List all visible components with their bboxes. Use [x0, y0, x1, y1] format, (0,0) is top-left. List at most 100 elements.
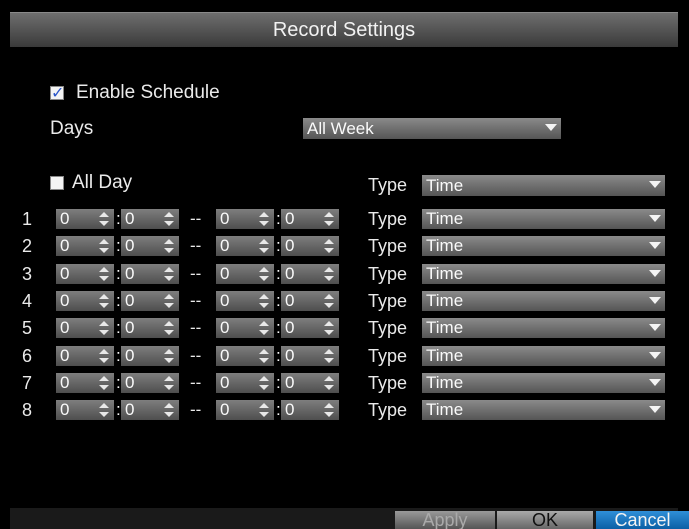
days-label: Days [50, 118, 94, 139]
start-minute-spinner[interactable]: 0 [121, 373, 179, 393]
start-hour-spinner[interactable]: 0 [56, 373, 114, 393]
start-minute-spinner[interactable]: 0 [121, 400, 179, 420]
type-select[interactable]: Time [422, 318, 665, 338]
type-select[interactable]: Time [422, 236, 665, 256]
days-select-value: All Week [307, 119, 374, 138]
type-select-value: Time [426, 346, 464, 365]
spinner-arrows-icon[interactable] [99, 321, 109, 335]
end-hour-value: 0 [220, 346, 230, 365]
start-minute-value: 0 [125, 236, 135, 255]
start-minute-spinner[interactable]: 0 [121, 236, 179, 256]
end-hour-spinner[interactable]: 0 [216, 236, 274, 256]
spinner-arrows-icon[interactable] [259, 321, 269, 335]
spinner-arrows-icon[interactable] [164, 349, 174, 363]
end-minute-spinner[interactable]: 0 [281, 236, 339, 256]
spinner-arrows-icon[interactable] [259, 239, 269, 253]
spinner-arrows-icon[interactable] [164, 212, 174, 226]
start-hour-spinner[interactable]: 0 [56, 346, 114, 366]
end-hour-spinner[interactable]: 0 [216, 209, 274, 229]
apply-button[interactable]: Apply [395, 511, 495, 529]
spinner-arrows-icon[interactable] [99, 267, 109, 281]
type-select-value: Time [426, 291, 464, 310]
start-hour-spinner[interactable]: 0 [56, 236, 114, 256]
spinner-arrows-icon[interactable] [324, 403, 334, 417]
type-label: Type [368, 291, 408, 311]
spinner-arrows-icon[interactable] [99, 212, 109, 226]
end-hour-value: 0 [220, 264, 230, 283]
type-select[interactable]: Time [422, 209, 665, 229]
end-minute-spinner[interactable]: 0 [281, 346, 339, 366]
row-number: 4 [22, 291, 33, 311]
start-minute-spinner[interactable]: 0 [121, 291, 179, 311]
type-select[interactable]: Time [422, 291, 665, 311]
end-minute-spinner[interactable]: 0 [281, 264, 339, 284]
spinner-arrows-icon[interactable] [99, 239, 109, 253]
end-hour-spinner[interactable]: 0 [216, 346, 274, 366]
all-day-type-select[interactable]: Time [422, 175, 665, 196]
end-hour-value: 0 [220, 373, 230, 392]
spinner-arrows-icon[interactable] [99, 376, 109, 390]
spinner-arrows-icon[interactable] [324, 267, 334, 281]
spinner-arrows-icon[interactable] [164, 321, 174, 335]
spinner-arrows-icon[interactable] [99, 403, 109, 417]
end-minute-spinner[interactable]: 0 [281, 209, 339, 229]
type-select[interactable]: Time [422, 346, 665, 366]
spinner-arrows-icon[interactable] [99, 349, 109, 363]
row-number: 7 [22, 373, 33, 393]
spinner-arrows-icon[interactable] [259, 349, 269, 363]
type-select-value: Time [426, 236, 464, 255]
spinner-arrows-icon[interactable] [164, 267, 174, 281]
spinner-arrows-icon[interactable] [259, 294, 269, 308]
ok-button[interactable]: OK [497, 511, 593, 529]
cancel-button[interactable]: Cancel [596, 511, 689, 529]
enable-schedule-checkbox[interactable] [50, 83, 64, 102]
start-minute-spinner[interactable]: 0 [121, 209, 179, 229]
spinner-arrows-icon[interactable] [324, 294, 334, 308]
spinner-arrows-icon[interactable] [164, 294, 174, 308]
spinner-arrows-icon[interactable] [324, 212, 334, 226]
start-minute-spinner[interactable]: 0 [121, 264, 179, 284]
end-minute-value: 0 [285, 291, 295, 310]
spinner-arrows-icon[interactable] [259, 267, 269, 281]
spinner-arrows-icon[interactable] [324, 349, 334, 363]
start-hour-spinner[interactable]: 0 [56, 209, 114, 229]
start-hour-spinner[interactable]: 0 [56, 318, 114, 338]
spinner-arrows-icon[interactable] [259, 376, 269, 390]
spinner-arrows-icon[interactable] [259, 212, 269, 226]
end-hour-spinner[interactable]: 0 [216, 400, 274, 420]
type-select[interactable]: Time [422, 264, 665, 284]
end-hour-spinner[interactable]: 0 [216, 373, 274, 393]
spinner-arrows-icon[interactable] [324, 376, 334, 390]
spinner-arrows-icon[interactable] [164, 376, 174, 390]
end-hour-value: 0 [220, 291, 230, 310]
spinner-arrows-icon[interactable] [324, 321, 334, 335]
end-minute-spinner[interactable]: 0 [281, 291, 339, 311]
end-minute-value: 0 [285, 400, 295, 419]
end-hour-spinner[interactable]: 0 [216, 264, 274, 284]
spinner-arrows-icon[interactable] [259, 403, 269, 417]
end-minute-spinner[interactable]: 0 [281, 373, 339, 393]
end-hour-spinner[interactable]: 0 [216, 318, 274, 338]
spinner-arrows-icon[interactable] [99, 294, 109, 308]
end-hour-spinner[interactable]: 0 [216, 291, 274, 311]
chevron-down-icon [649, 324, 661, 331]
end-minute-spinner[interactable]: 0 [281, 318, 339, 338]
chevron-down-icon [649, 181, 661, 188]
type-select[interactable]: Time [422, 373, 665, 393]
end-minute-value: 0 [285, 346, 295, 365]
start-hour-spinner[interactable]: 0 [56, 291, 114, 311]
start-hour-spinner[interactable]: 0 [56, 400, 114, 420]
spinner-arrows-icon[interactable] [324, 239, 334, 253]
start-hour-spinner[interactable]: 0 [56, 264, 114, 284]
end-minute-spinner[interactable]: 0 [281, 400, 339, 420]
type-select[interactable]: Time [422, 400, 665, 420]
all-day-checkbox[interactable] [50, 176, 64, 190]
spinner-arrows-icon[interactable] [164, 239, 174, 253]
days-select[interactable]: All Week [303, 118, 561, 139]
spinner-arrows-icon[interactable] [164, 403, 174, 417]
start-hour-value: 0 [60, 318, 70, 337]
start-minute-spinner[interactable]: 0 [121, 346, 179, 366]
type-label: Type [368, 264, 408, 284]
start-minute-spinner[interactable]: 0 [121, 318, 179, 338]
end-hour-value: 0 [220, 400, 230, 419]
